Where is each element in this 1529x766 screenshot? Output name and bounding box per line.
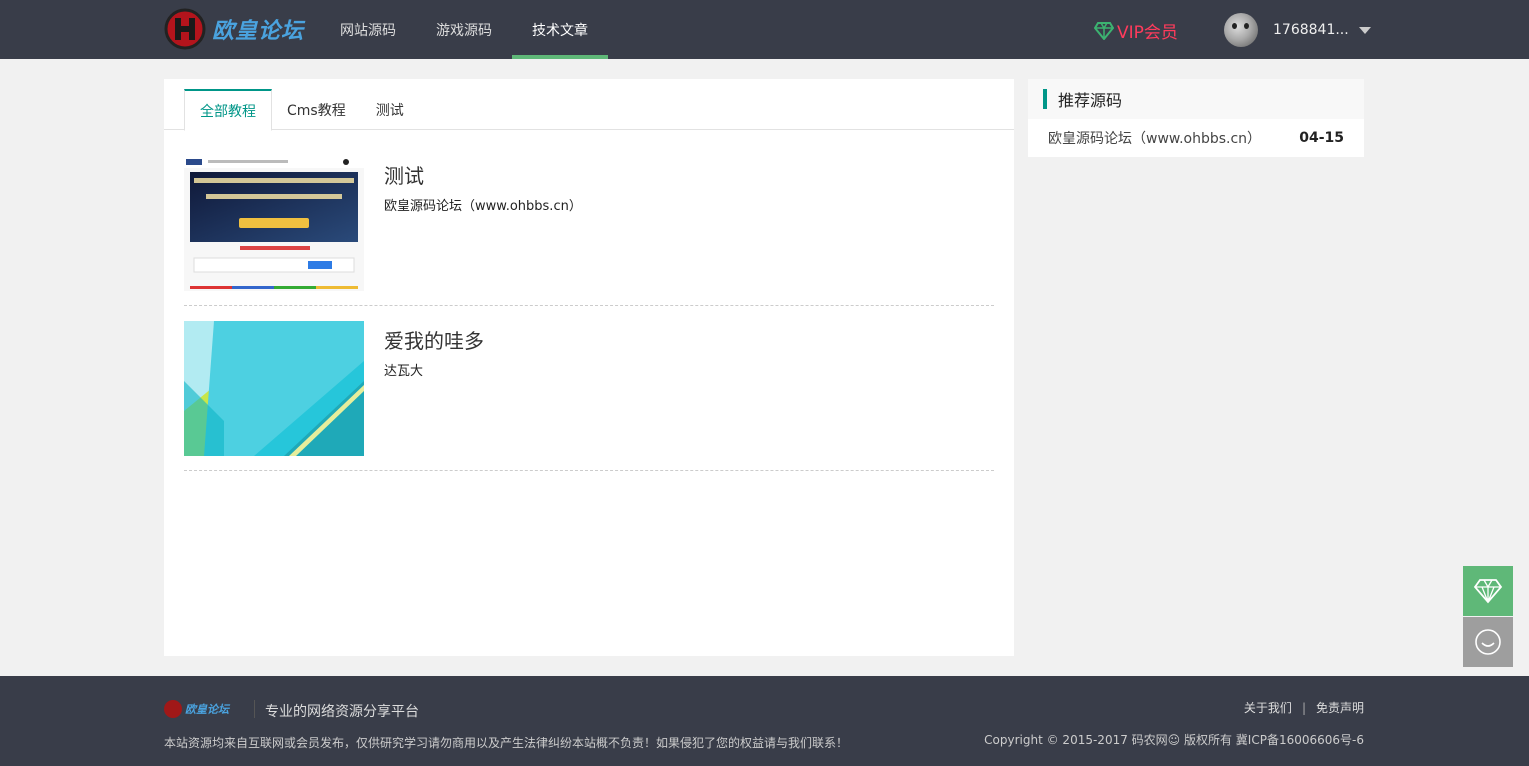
recommended-item-name: 欧皇源码论坛（www.ohbbs.cn） — [1048, 131, 1262, 147]
vip-member-link[interactable]: VIP会员 — [1094, 18, 1178, 43]
avatar — [1224, 13, 1258, 47]
main-nav: 网站源码 游戏源码 技术文章 — [320, 0, 608, 59]
footer-slogan: 专业的网络资源分享平台 — [265, 704, 419, 720]
recommended-title: 推荐源码 — [1058, 91, 1123, 110]
footer-logo[interactable]: 欧皇论坛 — [164, 700, 229, 718]
float-chat-button[interactable] — [1463, 617, 1513, 667]
article-title[interactable]: 爱我的哇多 — [384, 325, 484, 354]
tab-cms-tutorials[interactable]: Cms教程 — [272, 89, 361, 130]
username: 1768841... — [1273, 22, 1349, 38]
article-list-panel: 全部教程 Cms教程 测试 测试 欧皇源码论坛（www.ohbbs.cn） 爱我… — [164, 79, 1014, 656]
footer-notice: 本站资源均来自互联网或会员发布，仅供研究学习请勿商用以及产生法律纠纷本站概不负责… — [164, 736, 849, 750]
recommended-panel: 推荐源码 欧皇源码论坛（www.ohbbs.cn） 04-15 — [1028, 79, 1364, 157]
header-accent-bar — [1043, 89, 1047, 109]
nav-item-website-source[interactable]: 网站源码 — [320, 0, 416, 59]
tab-test[interactable]: 测试 — [361, 89, 419, 130]
nav-item-tech-articles[interactable]: 技术文章 — [512, 0, 608, 59]
list-item: 测试 欧皇源码论坛（www.ohbbs.cn） — [184, 156, 994, 306]
logo-mark-icon — [164, 700, 182, 718]
category-tabs: 全部教程 Cms教程 测试 — [184, 89, 419, 131]
chat-icon — [1475, 629, 1501, 655]
list-item: 爱我的哇多 达瓦大 — [184, 321, 994, 471]
float-vip-button[interactable] — [1463, 566, 1513, 616]
website-screenshot-thumbnail[interactable] — [184, 156, 364, 291]
footer-links: 关于我们 | 免责声明 — [1244, 699, 1364, 716]
footer-copyright: Copyright © 2015-2017 码农网☺ 版权所有 冀ICP备160… — [984, 733, 1364, 747]
material-abstract-thumbnail[interactable] — [184, 321, 364, 456]
footer-link-separator: | — [1301, 700, 1306, 715]
footer-divider — [254, 700, 255, 718]
top-navbar: 欧皇论坛 网站源码 游戏源码 技术文章 VIP会员 1768841... — [0, 0, 1529, 59]
site-logo[interactable]: 欧皇论坛 — [164, 8, 304, 50]
user-menu[interactable]: 1768841... — [1224, 13, 1371, 47]
vip-label: VIP会员 — [1117, 23, 1178, 43]
logo-mark-icon — [164, 8, 208, 50]
diamond-icon — [1094, 21, 1114, 40]
footer-logo-text: 欧皇论坛 — [185, 703, 229, 716]
article-desc: 欧皇源码论坛（www.ohbbs.cn） — [384, 199, 582, 214]
recommended-header: 推荐源码 — [1028, 79, 1364, 119]
recommended-item-date: 04-15 — [1299, 130, 1344, 146]
logo-text: 欧皇论坛 — [212, 19, 305, 44]
list-item[interactable]: 欧皇源码论坛（www.ohbbs.cn） 04-15 — [1028, 119, 1364, 157]
site-footer: 欧皇论坛 专业的网络资源分享平台 本站资源均来自互联网或会员发布，仅供研究学习请… — [0, 676, 1529, 766]
article-desc: 达瓦大 — [384, 364, 424, 379]
tab-all-tutorials[interactable]: 全部教程 — [184, 89, 272, 131]
chevron-down-icon — [1358, 26, 1371, 34]
nav-item-game-source[interactable]: 游戏源码 — [416, 0, 512, 59]
footer-link-disclaimer[interactable]: 免责声明 — [1316, 699, 1364, 716]
footer-link-about[interactable]: 关于我们 — [1244, 699, 1292, 716]
article-title[interactable]: 测试 — [384, 160, 424, 189]
diamond-icon — [1473, 579, 1503, 604]
